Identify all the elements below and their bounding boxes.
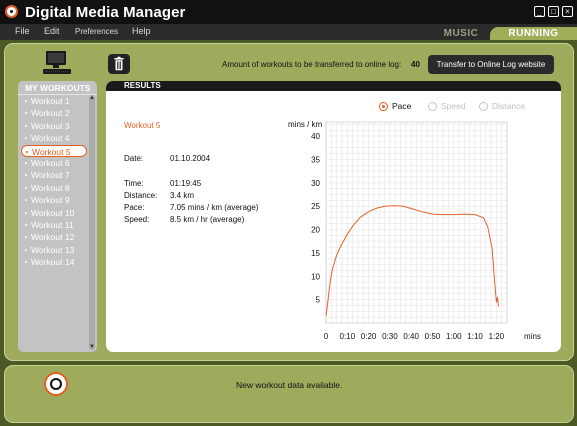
sidebar-item-workout-14[interactable]: Workout 14 [21, 256, 87, 268]
sidebar-item-workout-4[interactable]: Workout 4 [21, 132, 87, 144]
sidebar-item-workout-3[interactable]: Workout 3 [21, 120, 87, 132]
radio-pace-button[interactable] [379, 102, 388, 111]
y-tick-label: 20 [311, 226, 320, 235]
pace-value: 7.05 mins / km (average) [170, 203, 259, 212]
x-tick-label: 0:50 [425, 332, 441, 341]
radio-speed-label: Speed [441, 101, 466, 111]
status-message: New workout data available. [236, 380, 343, 390]
transfer-label: Amount of workouts to be transferred to … [222, 60, 402, 69]
workouts-sidebar: MY WORKOUTS Workout 1 Workout 2 Workout … [18, 81, 97, 352]
device-status-icon[interactable] [44, 372, 68, 396]
y-axis-label: mins / km [288, 120, 323, 129]
y-tick-label: 35 [311, 155, 320, 164]
y-tick-label: 25 [311, 202, 320, 211]
date-label: Date: [124, 154, 144, 163]
y-tick-label: 5 [316, 296, 321, 305]
window-controls: _ □ × [534, 6, 573, 17]
transfer-button[interactable]: Transfer to Online Log website [428, 55, 554, 74]
x-tick-label: 0:30 [382, 332, 398, 341]
time-label: Time: [124, 179, 144, 188]
minimize-button[interactable]: _ [534, 6, 545, 17]
maximize-button[interactable]: □ [548, 6, 559, 17]
scroll-down-icon[interactable]: ▼ [89, 344, 95, 350]
menu-edit[interactable]: Edit [44, 26, 60, 36]
y-tick-label: 10 [311, 272, 320, 281]
y-tick-label: 15 [311, 249, 320, 258]
menu-help[interactable]: Help [132, 26, 151, 36]
date-value: 01.10.2004 [170, 154, 211, 163]
app-logo-icon [5, 5, 18, 18]
radio-pace-label: Pace [392, 101, 412, 111]
time-value: 01:19:45 [170, 179, 202, 188]
selected-workout-title: Workout 5 [124, 121, 161, 130]
x-tick-label: 0:10 [340, 332, 356, 341]
status-frame [4, 365, 574, 423]
close-button[interactable]: × [562, 6, 573, 17]
app-title: Digital Media Manager [25, 4, 186, 21]
workout-list: Workout 1 Workout 2 Workout 3 Workout 4 … [21, 95, 87, 268]
results-header: RESULTS [106, 81, 561, 91]
speed-label: Speed: [124, 215, 150, 224]
tab-running[interactable]: RUNNING [490, 27, 577, 40]
x-tick-label: 1:00 [446, 332, 462, 341]
radio-distance-label: Distance [492, 101, 526, 111]
trash-icon [114, 56, 124, 71]
sidebar-item-workout-7[interactable]: Workout 7 [21, 169, 87, 181]
delete-button[interactable] [108, 54, 130, 74]
sidebar-item-workout-8[interactable]: Workout 8 [21, 182, 87, 194]
sidebar-item-workout-9[interactable]: Workout 9 [21, 194, 87, 206]
sidebar-item-workout-5[interactable]: Workout 5 [21, 144, 87, 157]
scroll-up-icon[interactable]: ▲ [89, 95, 95, 101]
sidebar-item-workout-10[interactable]: Workout 10 [21, 207, 87, 219]
x-tick-label: 0 [324, 332, 329, 341]
x-tick-label: 1:20 [489, 332, 505, 341]
sidebar-scrollbar[interactable]: ▲ ▼ [89, 95, 95, 350]
pace-label: Pace: [124, 203, 145, 212]
speed-value: 8.5 km / hr (average) [170, 215, 245, 224]
sidebar-item-workout-1[interactable]: Workout 1 [21, 95, 87, 107]
sidebar-header: MY WORKOUTS [18, 81, 97, 95]
x-tick-label: 0:40 [403, 332, 419, 341]
sidebar-item-workout-11[interactable]: Workout 11 [21, 219, 87, 231]
title-bar: Digital Media Manager _ □ × [0, 0, 577, 24]
distance-label: Distance: [124, 191, 158, 200]
menu-file[interactable]: File [15, 26, 30, 36]
x-axis-label: mins [524, 332, 541, 341]
sidebar-item-workout-6[interactable]: Workout 6 [21, 157, 87, 169]
y-tick-label: 40 [311, 132, 320, 141]
computer-icon[interactable] [42, 50, 72, 76]
menu-preferences[interactable]: Preferences [75, 27, 118, 36]
sidebar-item-workout-13[interactable]: Workout 13 [21, 244, 87, 256]
distance-value: 3.4 km [170, 191, 195, 200]
transfer-count: 40 [411, 60, 420, 69]
x-tick-label: 1:10 [467, 332, 483, 341]
sidebar-item-workout-2[interactable]: Workout 2 [21, 107, 87, 119]
x-tick-label: 0:20 [361, 332, 377, 341]
y-tick-label: 30 [311, 179, 320, 188]
radio-distance-button[interactable] [479, 102, 488, 111]
pace-chart: mins / km mins 5 10 15 20 25 30 35 40 0 0:10 0:20 0:3… [288, 120, 541, 341]
tab-music[interactable]: MUSIC [432, 27, 490, 40]
sidebar-item-workout-12[interactable]: Workout 12 [21, 231, 87, 243]
radio-speed-button[interactable] [428, 102, 437, 111]
